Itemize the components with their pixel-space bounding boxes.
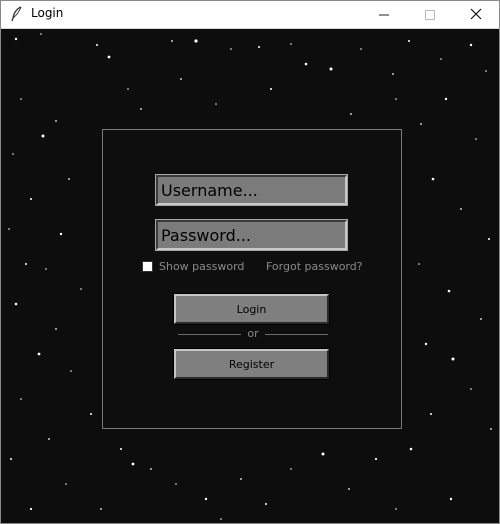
maximize-icon <box>425 5 435 24</box>
login-button[interactable]: Login <box>173 293 330 325</box>
show-password-option[interactable]: Show password <box>142 260 244 273</box>
username-input[interactable] <box>155 174 348 206</box>
title-bar[interactable]: Login <box>1 1 499 29</box>
window-title: Login <box>31 6 64 20</box>
forgot-password-link[interactable]: Forgot password? <box>266 260 363 273</box>
maximize-button[interactable] <box>407 1 453 28</box>
login-panel: Show password Forgot password? Login or … <box>102 129 402 429</box>
minimize-icon <box>379 5 389 24</box>
separator-line-right <box>265 334 328 335</box>
minimize-button[interactable] <box>361 1 407 28</box>
close-button[interactable] <box>453 1 499 28</box>
password-input[interactable] <box>155 219 348 251</box>
show-password-label: Show password <box>159 260 245 273</box>
client-area: Show password Forgot password? Login or … <box>1 29 499 523</box>
register-button[interactable]: Register <box>173 348 330 380</box>
close-icon <box>470 5 482 24</box>
show-password-checkbox[interactable] <box>142 261 153 272</box>
feather-icon <box>10 6 24 22</box>
or-separator: or <box>178 327 328 340</box>
login-window: Login Username... Password... Show passw… <box>0 0 500 524</box>
